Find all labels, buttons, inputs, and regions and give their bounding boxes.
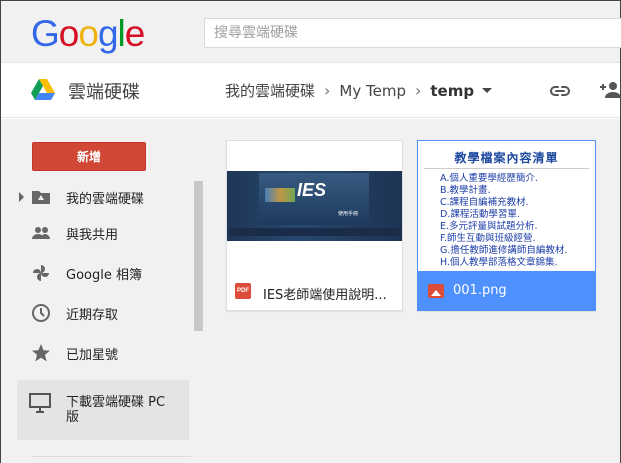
thumbnail-list: A.個人重要學經歷簡介. B.教學計畫. C.課程自編補充教材. D.課程活動學…	[418, 173, 595, 269]
monitor-icon	[29, 393, 51, 413]
caret-down-icon[interactable]	[482, 88, 493, 93]
list-item: G.擔任教師進修講師自編教材.	[440, 245, 568, 256]
search-box[interactable]	[204, 18, 621, 48]
link-icon[interactable]	[549, 81, 571, 101]
sidebar-item-my-drive[interactable]: 我的雲端硬碟	[1, 182, 191, 212]
divider	[31, 456, 191, 457]
clock-icon	[32, 304, 50, 322]
sidebar-item-label: 與我共用	[66, 227, 119, 243]
pinwheel-icon	[33, 265, 49, 281]
download-drive-pc-button[interactable]: 下載雲端硬碟 PC 版	[17, 380, 189, 440]
list-item: E.多元評量與試題分析.	[440, 221, 538, 232]
chevron-right-icon: ›	[324, 81, 331, 100]
sidebar-scrollbar[interactable]	[194, 181, 203, 331]
logo-letter: g	[97, 13, 119, 54]
list-item: D.課程活動學習單.	[440, 209, 520, 220]
list-item: F.師生互動與班級經營.	[440, 233, 536, 244]
file-thumbnail: 教學檔案內容清單 A.個人重要學經歷簡介. B.教學計畫. C.課程自編補充教材…	[418, 141, 595, 271]
search-input[interactable]	[205, 19, 621, 47]
sidebar: 新增 我的雲端硬碟 與我共用 Google 相簿 近期存取 已加星號 下載雲端硬…	[1, 119, 204, 463]
app-title: 雲端硬碟	[68, 82, 140, 103]
new-button[interactable]: 新增	[32, 142, 146, 171]
file-grid: IES 使用手冊 PDF IES老師端使用說明... 教學檔案內容清單 A.個人…	[204, 119, 620, 463]
sidebar-item-label: Google 相簿	[66, 267, 142, 283]
banner-logo-graphic	[265, 188, 295, 202]
thumbnail-heading: 教學檔案內容清單	[424, 149, 589, 169]
file-card-pdf[interactable]: IES 使用手冊 PDF IES老師端使用說明...	[226, 140, 403, 311]
manual-subtitle: 使用手冊	[338, 211, 359, 217]
file-card-footer: PDF IES老師端使用說明...	[227, 273, 402, 311]
sidebar-item-label: 已加星號	[66, 347, 119, 363]
logo-letter: e	[124, 13, 146, 54]
sidebar-item-starred[interactable]: 已加星號	[1, 338, 191, 368]
logo-letter: l	[117, 13, 126, 54]
breadcrumb-my-temp[interactable]: My Temp	[339, 82, 406, 100]
chevron-right-icon: ›	[414, 81, 422, 100]
logo-letter: o	[58, 13, 80, 54]
pdf-icon: PDF	[235, 283, 251, 299]
logo-letter: G	[31, 13, 60, 54]
thumbnail-banner: IES 使用手冊	[227, 171, 402, 241]
list-item: A.個人重要學經歷簡介.	[440, 173, 538, 184]
folder-drive-icon	[32, 191, 50, 204]
sidebar-item-shared[interactable]: 與我共用	[1, 218, 191, 248]
list-item: H.個人教學部落格文章錦集.	[440, 257, 558, 268]
image-file-icon	[428, 284, 444, 298]
file-thumbnail: IES 使用手冊	[227, 141, 402, 273]
app-bar: 雲端硬碟 我的雲端硬碟 › My Temp › temp	[1, 64, 621, 118]
person-add-icon[interactable]	[598, 78, 621, 102]
ies-brand-text: IES	[297, 180, 327, 200]
file-name: 001.png	[453, 283, 507, 298]
sidebar-item-recent[interactable]: 近期存取	[1, 298, 191, 328]
google-logo[interactable]: Google	[31, 12, 146, 56]
banner-strip	[229, 228, 401, 236]
top-bar: Google	[1, 1, 621, 63]
drive-logo-icon[interactable]	[31, 79, 55, 101]
logo-letter: o	[78, 13, 99, 54]
list-item: C.課程自編補充教材.	[440, 197, 529, 208]
breadcrumb: 我的雲端硬碟 › My Temp › temp	[225, 80, 493, 101]
sidebar-item-label: 近期存取	[66, 307, 119, 323]
breadcrumb-my-drive[interactable]: 我的雲端硬碟	[225, 80, 315, 101]
list-item: B.教學計畫.	[440, 185, 491, 196]
file-name: IES老師端使用說明...	[263, 288, 387, 303]
star-icon	[32, 344, 50, 362]
download-label: 下載雲端硬碟 PC 版	[66, 395, 166, 425]
expand-arrow-icon[interactable]	[19, 192, 24, 202]
file-card-png-selected[interactable]: 教學檔案內容清單 A.個人重要學經歷簡介. B.教學計畫. C.課程自編補充教材…	[417, 140, 596, 311]
people-icon	[32, 227, 50, 239]
sidebar-item-label: 我的雲端硬碟	[66, 191, 145, 207]
breadcrumb-temp[interactable]: temp	[430, 82, 474, 100]
file-card-footer: 001.png	[418, 271, 595, 311]
sidebar-item-photos[interactable]: Google 相簿	[1, 258, 191, 288]
